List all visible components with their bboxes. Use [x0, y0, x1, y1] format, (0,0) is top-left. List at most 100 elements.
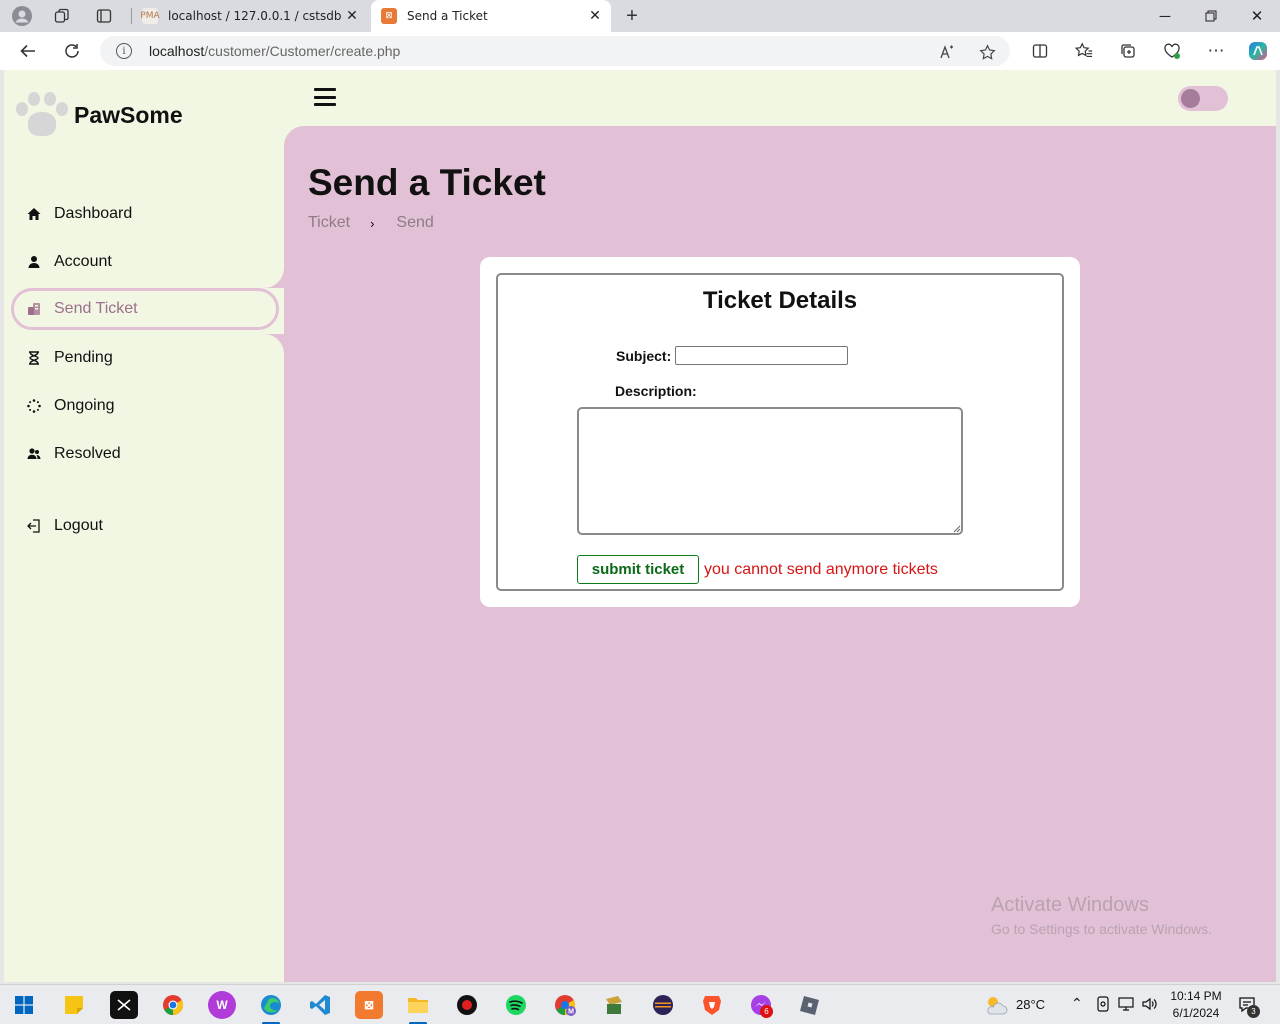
- ticket-icon: [26, 301, 42, 317]
- submit-ticket-button[interactable]: submit ticket: [577, 555, 699, 584]
- new-tab-button[interactable]: +: [620, 4, 644, 28]
- page-title: Send a Ticket: [308, 162, 546, 203]
- menu-toggle-button[interactable]: [314, 88, 336, 106]
- file-explorer-icon[interactable]: [404, 991, 432, 1019]
- chrome-profile-icon[interactable]: M: [551, 991, 579, 1019]
- sidebar-item-account[interactable]: Account: [4, 240, 284, 284]
- favorite-star-icon[interactable]: [976, 41, 998, 63]
- close-icon[interactable]: ✕: [342, 8, 362, 24]
- weather-temperature[interactable]: 28°C: [1016, 997, 1045, 1012]
- brand-name: PawSome: [74, 101, 183, 128]
- vscode-icon[interactable]: [306, 991, 334, 1019]
- weather-icon[interactable]: [982, 991, 1010, 1019]
- chevron-up-icon[interactable]: ⌃: [1071, 995, 1083, 1012]
- activate-windows-watermark: Activate Windows Go to Settings to activ…: [991, 894, 1212, 937]
- brand-logo[interactable]: PawSome: [14, 90, 183, 140]
- tab-phpmyadmin[interactable]: PMA localhost / 127.0.0.1 / cstsdb3 / p …: [132, 0, 368, 32]
- store-app-icon[interactable]: [600, 991, 628, 1019]
- tab-send-ticket[interactable]: ⊠ Send a Ticket ✕: [371, 0, 611, 32]
- more-menu-icon[interactable]: ⋯: [1202, 37, 1230, 65]
- close-icon[interactable]: ✕: [585, 8, 605, 24]
- browser-tab-strip: PMA localhost / 127.0.0.1 / cstsdb3 / p …: [0, 0, 1280, 32]
- collections-icon[interactable]: [1114, 37, 1142, 65]
- description-textarea[interactable]: [577, 407, 963, 535]
- breadcrumb-ticket[interactable]: Ticket: [308, 214, 350, 232]
- browser-essentials-icon[interactable]: [1158, 37, 1186, 65]
- sidebar-item-label: Dashboard: [54, 205, 133, 222]
- split-screen-icon[interactable]: [1026, 37, 1054, 65]
- roblox-icon[interactable]: [796, 991, 824, 1019]
- sidebar-item-label: Resolved: [54, 445, 121, 462]
- url-text[interactable]: localhost/customer/Customer/create.php: [149, 43, 400, 59]
- app-page: PawSome Dashboard Account Send Ticket Pe…: [4, 70, 1276, 982]
- sidebar-item-label: Ongoing: [54, 397, 115, 414]
- profile-icon[interactable]: [10, 4, 34, 28]
- chevron-right-icon: ›: [370, 215, 375, 231]
- ticket-card: Ticket Details Subject: Description: sub…: [480, 257, 1080, 607]
- user-check-icon: [26, 446, 42, 462]
- breadcrumb: Ticket › Send: [308, 214, 434, 232]
- sidebar-item-ongoing[interactable]: Ongoing: [4, 384, 284, 428]
- volume-icon[interactable]: [1141, 996, 1157, 1015]
- user-icon: [26, 254, 42, 270]
- breadcrumb-send: Send: [396, 214, 434, 231]
- sidebar-item-send-ticket[interactable]: Send Ticket: [11, 288, 279, 330]
- sidebar-item-dashboard[interactable]: Dashboard: [4, 192, 284, 236]
- subject-input[interactable]: [675, 346, 848, 365]
- copilot-icon[interactable]: [1244, 37, 1272, 65]
- description-label: Description:: [615, 383, 697, 399]
- chrome-icon[interactable]: [159, 991, 187, 1019]
- edge-icon[interactable]: [257, 991, 285, 1019]
- notification-count-badge: 3: [1247, 1005, 1260, 1018]
- sidebar-item-pending[interactable]: Pending: [4, 336, 284, 380]
- xampp-icon[interactable]: ⊠: [355, 991, 383, 1019]
- network-icon[interactable]: [1118, 997, 1134, 1014]
- tab-actions-icon[interactable]: [92, 4, 116, 28]
- address-bar[interactable]: i localhost/customer/Customer/create.php: [100, 36, 1010, 66]
- start-button[interactable]: [10, 991, 38, 1019]
- sticky-notes-icon[interactable]: [60, 991, 88, 1019]
- sidebar-item-label: Account: [54, 253, 112, 270]
- svg-text:M: M: [568, 1009, 574, 1016]
- logout-icon: [26, 518, 42, 534]
- ticket-form: Ticket Details Subject: Description: sub…: [496, 273, 1064, 591]
- sidebar-item-label: Logout: [54, 517, 103, 534]
- spinner-icon: [26, 398, 42, 414]
- theme-toggle[interactable]: [1178, 86, 1228, 111]
- notification-badge: 6: [760, 1005, 773, 1018]
- restore-button[interactable]: [1188, 0, 1234, 32]
- windows-taskbar: W ⊠ M 6 28°C ⌃ 10:14 PM 6/1/2024 3: [0, 984, 1280, 1024]
- paw-logo-icon: [14, 90, 70, 140]
- phpmyadmin-icon: PMA: [140, 8, 160, 24]
- system-clock[interactable]: 10:14 PM 6/1/2024: [1168, 988, 1224, 1022]
- error-message: you cannot send anymore tickets: [704, 561, 938, 578]
- site-info-icon[interactable]: i: [116, 43, 132, 59]
- card-title: Ticket Details: [702, 287, 858, 314]
- xampp-icon: ⊠: [381, 8, 397, 24]
- toggle-knob: [1181, 89, 1200, 108]
- workspaces-icon[interactable]: [50, 4, 74, 28]
- sidebar-item-label: Send Ticket: [54, 300, 138, 317]
- eclipse-icon[interactable]: [649, 991, 677, 1019]
- sidebar-item-label: Pending: [54, 349, 113, 366]
- browser-toolbar: i localhost/customer/Customer/create.php…: [0, 32, 1280, 70]
- brave-icon[interactable]: [698, 991, 726, 1019]
- hourglass-icon: [26, 350, 42, 366]
- tab-title: localhost / 127.0.0.1 / cstsdb3 / p: [168, 9, 342, 23]
- back-button[interactable]: [14, 37, 42, 65]
- capcut-icon[interactable]: [110, 991, 138, 1019]
- subject-label: Subject:: [616, 348, 672, 364]
- home-icon: [26, 206, 42, 222]
- sidebar-item-resolved[interactable]: Resolved: [4, 432, 284, 476]
- wps-icon[interactable]: W: [208, 991, 236, 1019]
- spotify-icon[interactable]: [502, 991, 530, 1019]
- device-icon[interactable]: [1096, 996, 1110, 1015]
- favorites-icon[interactable]: [1070, 37, 1098, 65]
- close-window-button[interactable]: ✕: [1234, 0, 1280, 32]
- sidebar-item-logout[interactable]: Logout: [4, 504, 284, 548]
- refresh-button[interactable]: [58, 37, 86, 65]
- resize-handle-icon[interactable]: [951, 523, 961, 533]
- minimize-button[interactable]: ─: [1142, 0, 1188, 32]
- record-icon[interactable]: [453, 991, 481, 1019]
- read-aloud-icon[interactable]: [936, 41, 958, 63]
